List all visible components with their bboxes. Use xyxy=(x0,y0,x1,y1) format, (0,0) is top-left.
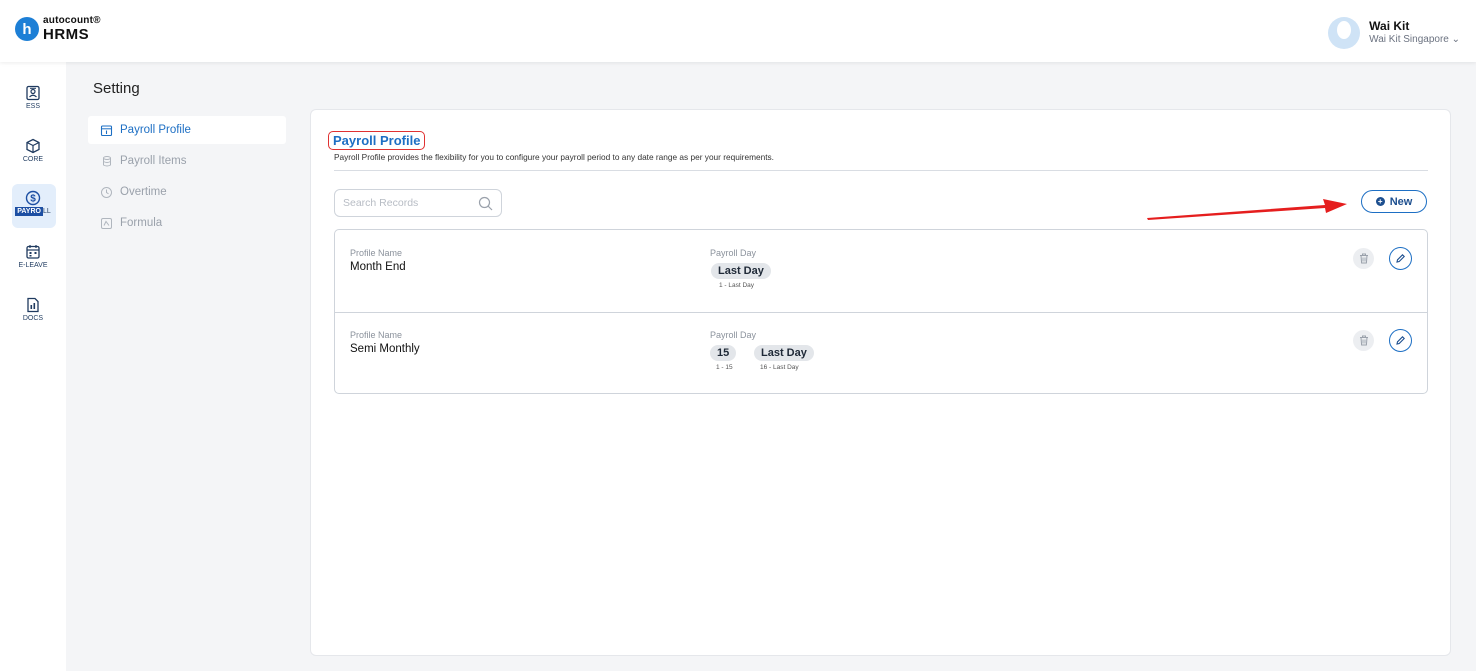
records-list: Profile Name Month End Payroll Day Last … xyxy=(334,229,1428,394)
id-card-icon xyxy=(26,85,40,101)
trash-icon xyxy=(1359,335,1368,346)
payroll-day-label: Payroll Day xyxy=(710,248,757,258)
rail-label-payroll-rest: LL xyxy=(42,208,51,215)
payroll-day-chip: 15 xyxy=(710,345,737,361)
profile-name-label: Profile Name xyxy=(350,248,403,258)
rail-label-docs: DOCS xyxy=(22,315,44,322)
document-icon xyxy=(27,297,39,313)
submenu-label: Payroll Items xyxy=(120,155,187,167)
profile-name-value: Month End xyxy=(350,261,406,273)
submenu-label: Formula xyxy=(120,217,163,229)
profile-name-label: Profile Name xyxy=(350,330,403,340)
search-box xyxy=(334,189,502,217)
cube-icon xyxy=(26,138,40,154)
user-company-dropdown[interactable]: Wai Kit Singapore ⌄ xyxy=(1369,34,1460,47)
delete-button[interactable] xyxy=(1353,330,1374,351)
avatar xyxy=(1328,17,1361,49)
list-item[interactable]: Profile Name Semi Monthly Payroll Day 15… xyxy=(335,312,1427,394)
calendar-icon xyxy=(26,245,40,259)
app-logo[interactable]: h autocount® HRMS xyxy=(15,16,101,42)
submenu-item-payroll-items[interactable]: Payroll Items xyxy=(88,147,286,175)
rail-item-docs[interactable]: DOCS xyxy=(0,297,66,322)
profile-name-value: Semi Monthly xyxy=(350,343,420,355)
payroll-day-range: 16 - Last Day xyxy=(760,364,799,371)
pencil-icon xyxy=(1396,254,1405,263)
payroll-day-label: Payroll Day xyxy=(710,330,757,340)
formula-icon xyxy=(101,217,112,229)
rail-item-eleave[interactable]: E-LEAVE xyxy=(0,244,66,269)
submenu-item-overtime[interactable]: Overtime xyxy=(88,178,286,206)
rail-label-eleave: E-LEAVE xyxy=(18,262,48,269)
payroll-day-chip: Last Day xyxy=(754,345,814,361)
panel-description: Payroll Profile provides the flexibility… xyxy=(334,152,774,162)
submenu-label: Overtime xyxy=(120,186,167,198)
user-menu[interactable]: Wai Kit Wai Kit Singapore ⌄ xyxy=(1328,17,1460,49)
payroll-profile-panel: Payroll Profile Payroll Profile provides… xyxy=(310,109,1451,656)
divider xyxy=(334,170,1428,171)
calendar-icon xyxy=(100,124,113,136)
rail-label-ess: ESS xyxy=(25,103,40,110)
top-bar: h autocount® HRMS Wai Kit Wai Kit Singap… xyxy=(0,0,1476,62)
plus-icon: + xyxy=(1375,197,1385,206)
rail-label-core: CORE xyxy=(22,156,44,163)
coins-icon xyxy=(103,155,111,166)
dollar-icon: $ xyxy=(25,190,41,206)
logo-mark: h xyxy=(15,17,39,41)
edit-button[interactable] xyxy=(1389,329,1412,352)
edit-button[interactable] xyxy=(1389,247,1412,270)
user-name: Wai Kit xyxy=(1369,19,1410,34)
list-item[interactable]: Profile Name Month End Payroll Day Last … xyxy=(335,230,1427,312)
rail-label-payroll-selected: PAYRO xyxy=(15,207,43,216)
panel-title: Payroll Profile xyxy=(328,131,426,150)
settings-submenu: Payroll Profile Payroll Items Overtime F… xyxy=(88,116,286,240)
submenu-item-payroll-profile[interactable]: Payroll Profile xyxy=(88,116,286,144)
trash-icon xyxy=(1359,253,1368,264)
delete-button[interactable] xyxy=(1353,248,1374,269)
annotation-arrow-icon xyxy=(1147,199,1347,220)
logo-bottom-text: HRMS xyxy=(43,26,90,43)
submenu-label: Payroll Profile xyxy=(120,124,191,136)
new-button[interactable]: + New xyxy=(1361,190,1427,213)
rail-item-ess[interactable]: ESS xyxy=(0,85,66,110)
rail-item-payroll[interactable]: $ PAYRO LL xyxy=(0,190,66,216)
new-button-label: New xyxy=(1389,195,1413,208)
clock-icon xyxy=(101,186,112,198)
payroll-day-range: 1 - Last Day xyxy=(719,282,755,289)
pencil-icon xyxy=(1396,336,1405,345)
module-rail: ESS CORE $ PAYRO LL E-LEAVE DOCS xyxy=(0,62,66,671)
search-input[interactable] xyxy=(335,190,475,216)
rail-item-core[interactable]: CORE xyxy=(0,138,66,163)
submenu-item-formula[interactable]: Formula xyxy=(88,209,286,237)
search-icon[interactable] xyxy=(478,196,493,211)
logo-top-text: autocount® xyxy=(43,15,101,26)
payroll-day-chip: Last Day xyxy=(711,263,771,279)
page-title: Setting xyxy=(93,80,140,97)
svg-text:$: $ xyxy=(30,194,36,205)
payroll-day-range: 1 - 15 xyxy=(716,364,733,371)
